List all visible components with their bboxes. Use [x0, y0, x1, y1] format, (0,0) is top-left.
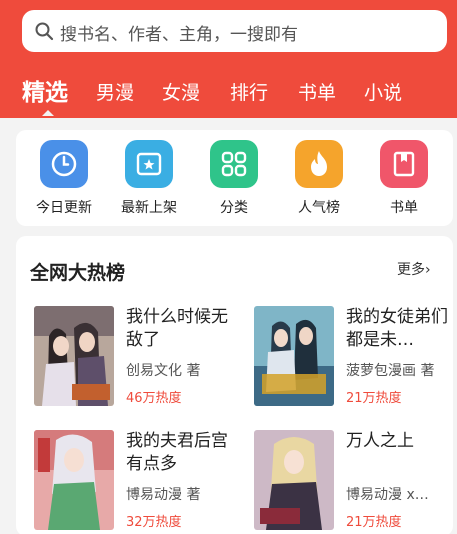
- book-heat: 46万热度: [126, 391, 182, 406]
- search-icon: [35, 22, 54, 41]
- book-cover-image: [254, 430, 334, 530]
- book-author: 创易文化 著: [126, 363, 201, 379]
- search-input[interactable]: 搜书名、作者、主角，一搜即有: [60, 20, 298, 45]
- flame-icon: [295, 140, 343, 188]
- book-cover-image: [34, 306, 114, 406]
- quick-nav: 今日更新 最新上架 分类 人气榜 书单: [16, 130, 453, 226]
- book-heat: 32万热度: [126, 515, 182, 530]
- book-author: 博易动漫 x…: [346, 487, 429, 503]
- notification-dot: [448, 26, 457, 36]
- star-box-icon: [125, 140, 173, 188]
- clock-icon: [40, 140, 88, 188]
- book-title: 我的夫君后宫有点多: [126, 431, 228, 474]
- hot-list-section: 全网大热榜 更多› 我什么时候无敌了 创易文化 著 46万热度 我的女徒弟们都是…: [16, 236, 453, 534]
- quick-nav-new-arrivals[interactable]: 最新上架: [112, 140, 186, 217]
- more-label: 更多: [397, 262, 425, 278]
- more-link[interactable]: 更多›: [397, 259, 431, 279]
- book-heat: 21万热度: [346, 515, 402, 530]
- grid-icon: [210, 140, 258, 188]
- chevron-right-icon: ›: [425, 262, 431, 278]
- book-item[interactable]: 万人之上 博易动漫 x… 21万热度: [254, 430, 457, 534]
- quick-nav-today-update[interactable]: 今日更新: [27, 140, 101, 217]
- book-cover-image: [254, 306, 334, 406]
- quick-nav-label: 最新上架: [121, 200, 177, 216]
- search-bar[interactable]: 搜书名、作者、主角，一搜即有: [22, 10, 457, 52]
- book-item[interactable]: 我的女徒弟们都是未… 菠萝包漫画 著 21万热度: [254, 306, 457, 416]
- quick-nav-label: 人气榜: [298, 200, 340, 216]
- quick-nav-popular[interactable]: 人气榜: [282, 140, 356, 217]
- tab-booklist[interactable]: 书单: [298, 78, 336, 105]
- quick-nav-booklist[interactable]: 书单: [367, 140, 441, 217]
- book-heat: 21万热度: [346, 391, 402, 406]
- tab-ranking[interactable]: 排行: [230, 78, 268, 105]
- active-tab-indicator: [42, 110, 54, 116]
- bookmark-icon: [380, 140, 428, 188]
- book-item[interactable]: 我的夫君后宫有点多 博易动漫 著 32万热度: [34, 430, 239, 534]
- book-title: 万人之上: [346, 431, 414, 451]
- quick-nav-categories[interactable]: 分类: [197, 140, 271, 217]
- tab-female-comics[interactable]: 女漫: [162, 78, 200, 105]
- header: 搜书名、作者、主角，一搜即有 精选 男漫 女漫 排行 书单 小说: [0, 0, 457, 118]
- quick-nav-label: 书单: [390, 200, 418, 216]
- section-title: 全网大热榜: [30, 262, 126, 284]
- tab-male-comics[interactable]: 男漫: [96, 78, 134, 105]
- category-tabs: 精选 男漫 女漫 排行 书单 小说: [0, 70, 457, 116]
- book-item[interactable]: 我什么时候无敌了 创易文化 著 46万热度: [34, 306, 239, 416]
- book-cover-image: [34, 430, 114, 530]
- tab-novel[interactable]: 小说: [364, 78, 402, 105]
- book-title: 我的女徒弟们都是未…: [346, 307, 448, 350]
- book-author: 博易动漫 著: [126, 487, 201, 503]
- book-title: 我什么时候无敌了: [126, 307, 228, 350]
- book-author: 菠萝包漫画 著: [346, 363, 435, 379]
- tab-featured[interactable]: 精选: [22, 73, 68, 107]
- quick-nav-label: 今日更新: [36, 200, 92, 216]
- quick-nav-label: 分类: [220, 200, 248, 216]
